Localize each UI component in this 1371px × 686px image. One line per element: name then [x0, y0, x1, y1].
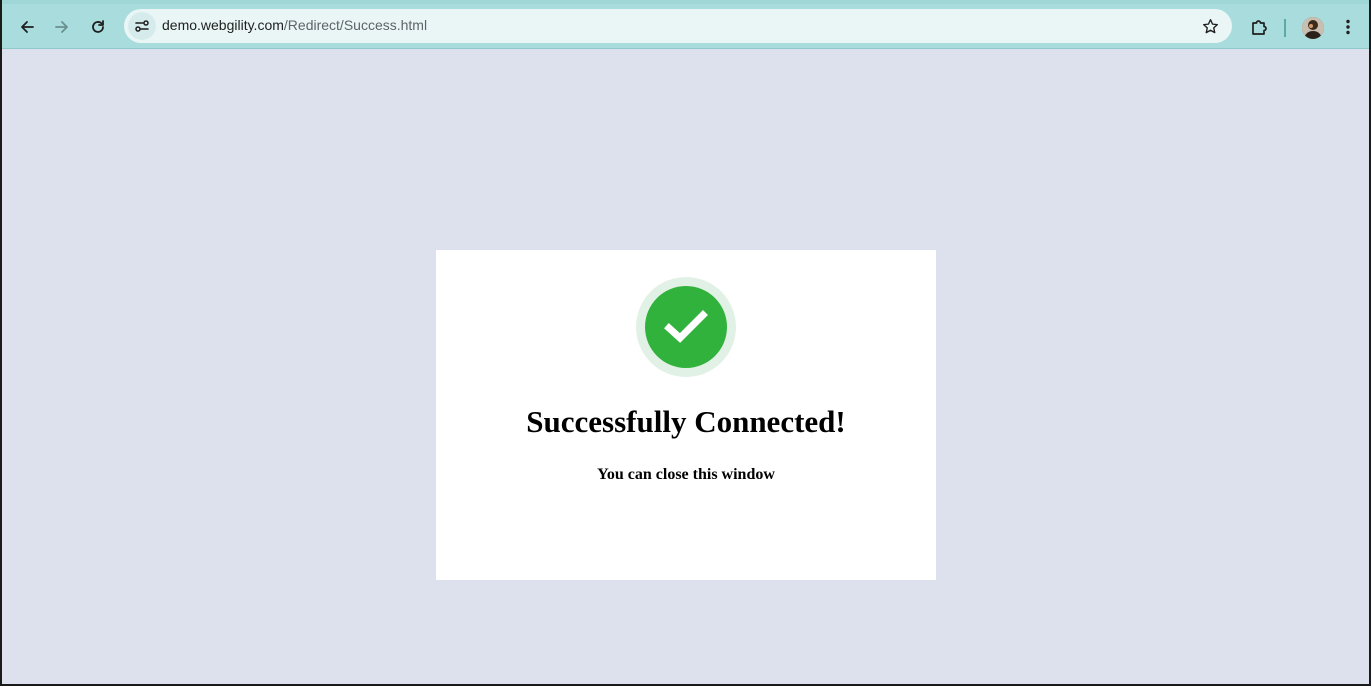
site-info-button[interactable]	[128, 12, 156, 40]
close-window-message: You can close this window	[597, 466, 775, 483]
profile-picture	[1302, 17, 1324, 39]
bookmark-button[interactable]	[1200, 16, 1220, 36]
browser-menu-button[interactable]	[1333, 12, 1363, 42]
success-icon-circle	[645, 286, 727, 368]
success-card: Successfully Connected! You can close th…	[436, 250, 936, 580]
kebab-menu-icon	[1346, 19, 1350, 35]
star-icon	[1202, 18, 1218, 33]
toolbar-divider	[1284, 19, 1286, 37]
arrow-right-icon	[55, 21, 68, 33]
url-path: /Redirect/Success.html	[283, 17, 428, 33]
success-heading: Successfully Connected!	[526, 404, 846, 439]
forward-button[interactable]	[47, 12, 77, 42]
back-button[interactable]	[12, 12, 42, 42]
url-text[interactable]: demo.webgility.com/Redirect/Success.html	[162, 17, 427, 33]
puzzle-icon	[1252, 20, 1267, 35]
url-host: demo.webgility.com	[162, 17, 284, 33]
checkmark-icon	[664, 310, 708, 343]
address-bar[interactable]: demo.webgility.com/Redirect/Success.html	[124, 9, 1232, 43]
arrow-left-icon	[21, 21, 34, 33]
avatar[interactable]	[1302, 17, 1324, 39]
success-icon-ring	[636, 277, 736, 377]
extensions-button[interactable]	[1244, 12, 1274, 42]
reload-button[interactable]	[83, 12, 113, 42]
reload-icon	[92, 20, 104, 33]
page-content: Successfully Connected! You can close th…	[2, 49, 1369, 684]
browser-toolbar: demo.webgility.com/Redirect/Success.html	[2, 0, 1369, 49]
browser-window: demo.webgility.com/Redirect/Success.html	[0, 0, 1371, 686]
tune-icon	[135, 20, 149, 32]
